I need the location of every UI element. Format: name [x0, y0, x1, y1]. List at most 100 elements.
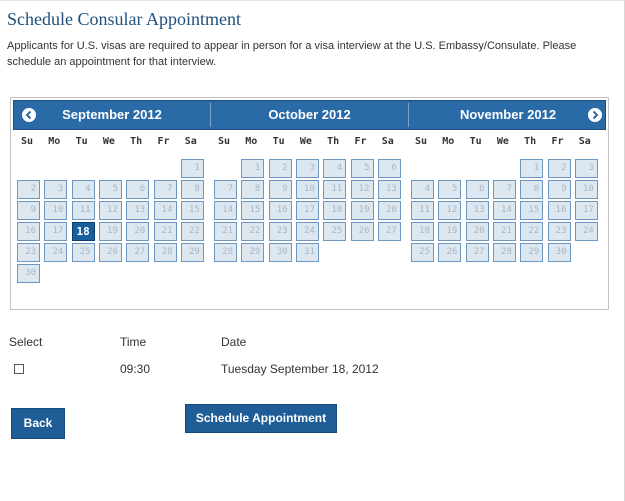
day-cell[interactable]: 26 [350, 222, 374, 241]
selected-day-cell[interactable]: 18 [71, 222, 95, 241]
day-cell[interactable]: 27 [465, 243, 489, 262]
day-cell[interactable]: 11 [71, 201, 95, 220]
day-cell[interactable]: 1 [241, 159, 265, 178]
day-cell[interactable]: 1 [520, 159, 544, 178]
day-cell[interactable]: 21 [153, 222, 177, 241]
day-cell[interactable]: 25 [71, 243, 95, 262]
day-cell[interactable]: 30 [268, 243, 292, 262]
day-cell[interactable]: 27 [126, 243, 150, 262]
day-cell[interactable]: 5 [98, 180, 122, 199]
day-cell[interactable]: 12 [98, 201, 122, 220]
next-month-icon[interactable] [588, 108, 602, 122]
day-cell[interactable]: 22 [520, 222, 544, 241]
day-cell[interactable]: 18 [323, 201, 347, 220]
day-cell[interactable]: 8 [520, 180, 544, 199]
day-cell[interactable]: 15 [180, 201, 204, 220]
day-cell[interactable]: 4 [71, 180, 95, 199]
day-cell[interactable]: 27 [377, 222, 401, 241]
day-cell[interactable]: 2 [547, 159, 571, 178]
day-cell[interactable]: 20 [126, 222, 150, 241]
day-cell[interactable]: 9 [547, 180, 571, 199]
day-cell[interactable]: 6 [126, 180, 150, 199]
day-cell[interactable]: 10 [295, 180, 319, 199]
day-cell[interactable]: 20 [465, 222, 489, 241]
day-cell[interactable]: 3 [574, 159, 598, 178]
day-cell[interactable]: 6 [465, 180, 489, 199]
day-cell[interactable]: 5 [438, 180, 462, 199]
day-cell[interactable]: 10 [44, 201, 68, 220]
day-cell[interactable]: 8 [180, 180, 204, 199]
day-cell[interactable]: 22 [241, 222, 265, 241]
day-cell[interactable]: 7 [214, 180, 237, 199]
day-cell[interactable]: 2 [268, 159, 292, 178]
day-cell[interactable]: 14 [214, 201, 237, 220]
day-cell[interactable]: 9 [17, 201, 40, 220]
day-cell[interactable]: 29 [520, 243, 544, 262]
day-cell[interactable]: 25 [411, 243, 434, 262]
day-cell[interactable]: 17 [574, 201, 598, 220]
day-cell[interactable]: 13 [377, 180, 401, 199]
day-cell[interactable]: 9 [268, 180, 292, 199]
weekday-header-row: Su Mo Tu We Th Fr Sa [15, 136, 209, 152]
day-cell[interactable]: 29 [180, 243, 204, 262]
day-cell[interactable]: 18 [411, 222, 434, 241]
day-cell[interactable]: 20 [377, 201, 401, 220]
day-cell[interactable]: 23 [17, 243, 40, 262]
day-cell[interactable]: 19 [438, 222, 462, 241]
day-cell[interactable]: 16 [17, 222, 40, 241]
day-cell[interactable]: 2 [17, 180, 40, 199]
day-cell[interactable]: 19 [98, 222, 122, 241]
day-cell[interactable]: 21 [214, 222, 237, 241]
day-cell[interactable]: 7 [492, 180, 516, 199]
day-cell[interactable]: 19 [350, 201, 374, 220]
day-cell[interactable]: 11 [323, 180, 347, 199]
day-cell[interactable]: 17 [44, 222, 68, 241]
day-cell[interactable]: 6 [377, 159, 401, 178]
day-cell[interactable]: 15 [520, 201, 544, 220]
day-cell[interactable]: 13 [465, 201, 489, 220]
day-cell[interactable]: 17 [295, 201, 319, 220]
calendar-header: September 2012 October 2012 November 201… [13, 100, 606, 130]
day-cell[interactable]: 23 [268, 222, 292, 241]
day-cell[interactable]: 13 [126, 201, 150, 220]
day-cell[interactable]: 28 [214, 243, 237, 262]
day-cell[interactable]: 29 [241, 243, 265, 262]
slot-select-checkbox[interactable] [14, 364, 24, 374]
day-cell[interactable]: 5 [350, 159, 374, 178]
day-cell[interactable]: 16 [268, 201, 292, 220]
day-cell[interactable]: 24 [44, 243, 68, 262]
time-column-header: Time [120, 335, 147, 349]
day-cell[interactable]: 7 [153, 180, 177, 199]
day-cell[interactable]: 28 [492, 243, 516, 262]
day-cell[interactable]: 30 [547, 243, 571, 262]
day-cell[interactable]: 10 [574, 180, 598, 199]
day-cell[interactable]: 26 [98, 243, 122, 262]
day-cell[interactable]: 15 [241, 201, 265, 220]
day-cell[interactable]: 22 [180, 222, 204, 241]
schedule-appointment-button[interactable]: Schedule Appointment [185, 404, 337, 433]
day-cell[interactable]: 25 [323, 222, 347, 241]
day-cell[interactable]: 3 [295, 159, 319, 178]
day-cell[interactable]: 24 [574, 222, 598, 241]
back-button[interactable]: Back [11, 408, 65, 439]
day-cell[interactable]: 8 [241, 180, 265, 199]
day-cell[interactable]: 28 [153, 243, 177, 262]
day-cell[interactable]: 4 [323, 159, 347, 178]
day-cell[interactable]: 12 [438, 201, 462, 220]
day-cell[interactable]: 23 [547, 222, 571, 241]
day-cell[interactable]: 1 [180, 159, 204, 178]
day-cell[interactable]: 14 [153, 201, 177, 220]
weekday-header-row: Su Mo Tu We Th Fr Sa [212, 136, 406, 152]
day-cell[interactable]: 3 [44, 180, 68, 199]
day-cell[interactable]: 4 [411, 180, 434, 199]
day-cell[interactable]: 26 [438, 243, 462, 262]
day-cell[interactable]: 24 [295, 222, 319, 241]
day-cell[interactable]: 14 [492, 201, 516, 220]
day-cell[interactable]: 30 [17, 264, 40, 283]
day-cell[interactable]: 21 [492, 222, 516, 241]
day-cell[interactable]: 12 [350, 180, 374, 199]
day-cell[interactable]: 16 [547, 201, 571, 220]
day-cell[interactable]: 11 [411, 201, 434, 220]
top-border [0, 0, 625, 1]
day-cell[interactable]: 31 [295, 243, 319, 262]
